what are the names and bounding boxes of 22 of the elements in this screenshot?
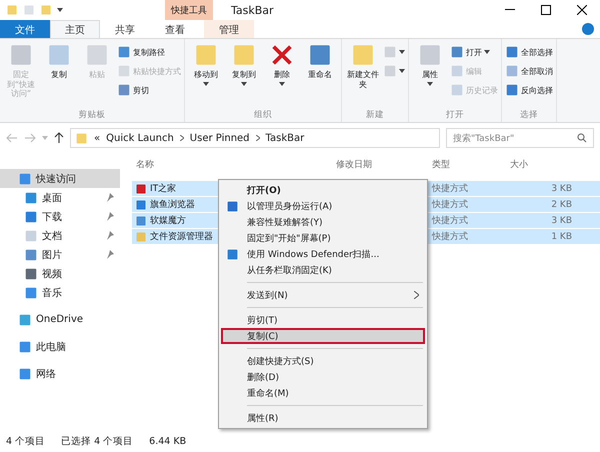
table-cell-text: 1 KB [550,232,573,242]
status-text: 已选择 4 个项目 [61,434,134,448]
table-cell-text: 快捷方式 [430,230,469,243]
table-cell-text: 2 KB [550,200,573,210]
status-text: 4 个项目 [6,434,46,448]
group-label: 打开 [445,109,465,122]
table-cell-text: 3 KB [550,184,573,194]
group-label: 选择 [519,109,539,122]
table-cell-text: 快捷方式 [430,198,469,211]
table-cell-text: 3 KB [550,216,573,226]
table-cell-text: 快捷方式 [430,214,469,227]
tab-group-label: 快捷工具 [165,0,213,20]
file-name: 软媒魔方 [150,214,186,227]
group-label: 新建 [365,109,385,122]
status-text: 6.44 KB [149,436,186,446]
file-name: IT之家 [150,182,176,195]
window-title: TaskBar [230,2,275,18]
file-name: 旗鱼浏览器 [150,198,195,211]
table-cell-text: 快捷方式 [430,182,469,195]
group-label: 剪贴板 [78,109,106,122]
file-name: 文件资源管理器 [150,230,213,243]
group-label: 组织 [253,109,273,122]
